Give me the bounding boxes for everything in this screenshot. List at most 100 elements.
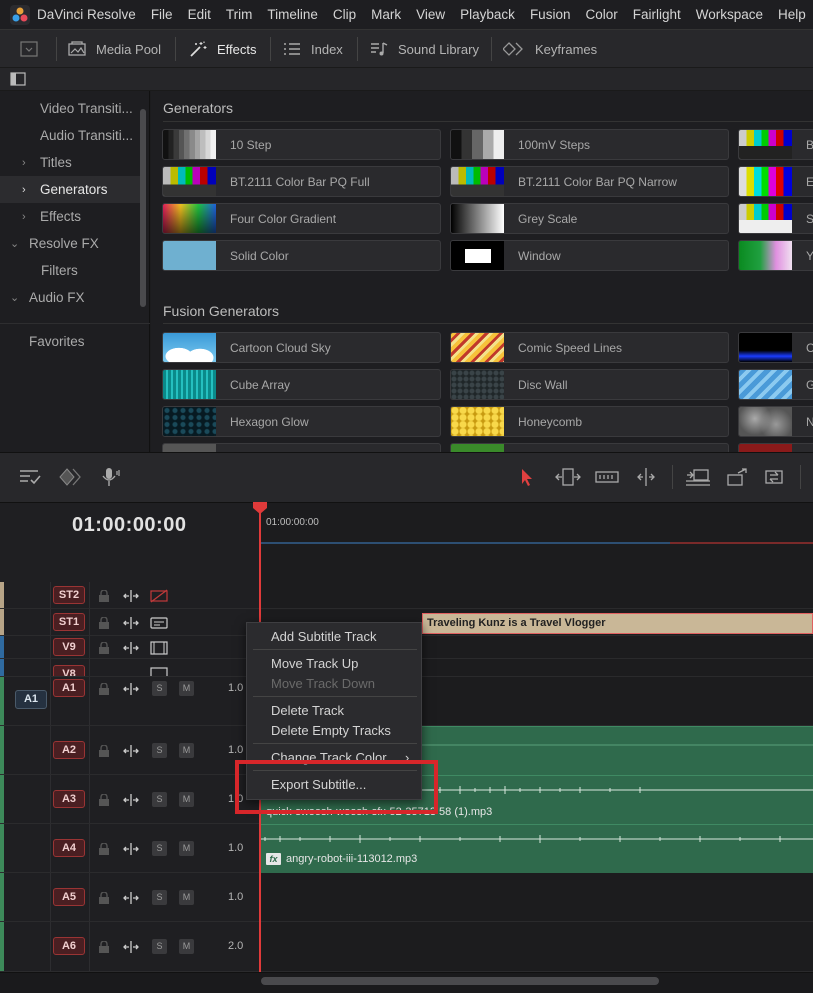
fusion-tile-honeycomb[interactable]: Honeycomb xyxy=(450,406,729,437)
generator-tile-four-color-gradient[interactable]: Four Color Gradient xyxy=(162,203,441,234)
menu-timeline[interactable]: Timeline xyxy=(267,7,318,22)
fusion-tile-c[interactable]: C xyxy=(738,332,813,363)
track-header-st1[interactable]: ST1 xyxy=(0,609,260,636)
timeline-horizontal-scrollbar[interactable] xyxy=(0,972,813,993)
fusion-tile-partial[interactable] xyxy=(450,443,729,452)
track-name-a4[interactable]: A4 xyxy=(53,839,85,857)
selection-arrow-icon[interactable] xyxy=(514,467,538,487)
auto-track-select-icon[interactable] xyxy=(122,589,140,603)
keyframes-button[interactable]: Keyframes xyxy=(503,30,597,68)
track-header-a6[interactable]: A6 S M 2.0 xyxy=(0,922,260,972)
lock-icon[interactable] xyxy=(98,941,110,953)
solo-button[interactable]: S xyxy=(152,841,167,856)
lock-icon[interactable] xyxy=(98,590,110,602)
menu-file[interactable]: File xyxy=(151,7,173,22)
effects-button[interactable]: Effects xyxy=(189,30,257,68)
track-header-st2[interactable]: ST2 xyxy=(0,582,260,609)
tree-item-filters[interactable]: Filters xyxy=(0,257,140,284)
generator-tile-bt2111-pq-narrow[interactable]: BT.2111 Color Bar PQ Narrow xyxy=(450,166,729,197)
app-name[interactable]: DaVinci Resolve xyxy=(37,7,136,22)
solo-button[interactable]: S xyxy=(152,743,167,758)
film-strip-icon[interactable] xyxy=(150,641,168,655)
generator-tile-100mv-steps[interactable]: 100mV Steps xyxy=(450,129,729,160)
fusion-tile-g[interactable]: G xyxy=(738,369,813,400)
fusion-tile-partial[interactable] xyxy=(738,443,813,452)
timeline-timecode[interactable]: 01:00:00:00 xyxy=(72,514,186,537)
solo-button[interactable]: S xyxy=(152,681,167,696)
mute-button[interactable]: M xyxy=(179,792,194,807)
menu-mark[interactable]: Mark xyxy=(371,7,401,22)
sidebar-toggle-icon[interactable] xyxy=(10,72,26,86)
lock-icon[interactable] xyxy=(98,683,110,695)
menu-trim[interactable]: Trim xyxy=(226,7,253,22)
tree-item-generators[interactable]: › Generators xyxy=(0,176,140,203)
media-pool-button[interactable]: Media Pool xyxy=(68,30,161,68)
tree-item-audio-transitions[interactable]: Audio Transiti... xyxy=(0,122,140,149)
generator-tile-y[interactable]: Y xyxy=(738,240,813,271)
menu-playback[interactable]: Playback xyxy=(460,7,515,22)
audio-clip-a4[interactable]: fx angry-robot-iii-113012.mp3 xyxy=(260,824,813,873)
track-name-a6[interactable]: A6 xyxy=(53,937,85,955)
auto-track-select-icon[interactable] xyxy=(122,891,140,905)
lock-icon[interactable] xyxy=(98,617,110,629)
overwrite-clip-icon[interactable] xyxy=(724,467,752,487)
fusion-tile-hexagon-glow[interactable]: Hexagon Glow xyxy=(162,406,441,437)
generator-tile-bt2111-pq-full[interactable]: BT.2111 Color Bar PQ Full xyxy=(162,166,441,197)
playhead-handle-icon[interactable] xyxy=(253,502,267,514)
mute-button[interactable]: M xyxy=(179,681,194,696)
solo-button[interactable]: S xyxy=(152,792,167,807)
generator-tile-grey-scale[interactable]: Grey Scale xyxy=(450,203,729,234)
menu-item-delete-empty-tracks[interactable]: Delete Empty Tracks xyxy=(271,723,391,738)
panel-toggle-button[interactable] xyxy=(20,30,48,68)
track-header-a2[interactable]: A2 S M 1.0 xyxy=(0,726,260,775)
menu-color[interactable]: Color xyxy=(585,7,617,22)
voiceover-microphone-icon[interactable] xyxy=(98,467,122,487)
fusion-tile-partial[interactable] xyxy=(162,443,441,452)
menu-view[interactable]: View xyxy=(416,7,445,22)
tree-item-effects[interactable]: › Effects xyxy=(0,203,140,230)
generator-tile-b[interactable]: B xyxy=(738,129,813,160)
tree-scrollbar[interactable] xyxy=(140,109,146,307)
mute-button[interactable]: M xyxy=(179,939,194,954)
track-header-a5[interactable]: A5 S M 1.0 xyxy=(0,873,260,922)
menu-item-move-track-up[interactable]: Move Track Up xyxy=(271,656,358,671)
film-strip-icon[interactable] xyxy=(150,667,168,677)
scrollbar-thumb[interactable] xyxy=(261,977,659,985)
fusion-tile-cube-array[interactable]: Cube Array xyxy=(162,369,441,400)
track-name-a1[interactable]: A1 xyxy=(53,679,85,697)
generator-tile-s[interactable]: S xyxy=(738,203,813,234)
sound-library-button[interactable]: Sound Library xyxy=(370,30,479,68)
auto-track-select-icon[interactable] xyxy=(122,682,140,696)
trim-edit-icon[interactable] xyxy=(554,467,582,487)
mute-button[interactable]: M xyxy=(179,841,194,856)
solo-button[interactable]: S xyxy=(152,890,167,905)
track-name-v9[interactable]: V9 xyxy=(53,638,85,656)
tree-item-titles[interactable]: › Titles xyxy=(0,149,140,176)
solo-button[interactable]: S xyxy=(152,939,167,954)
subtitle-enabled-icon[interactable] xyxy=(150,616,168,630)
generator-tile-e[interactable]: E xyxy=(738,166,813,197)
lock-icon[interactable] xyxy=(98,642,110,654)
track-header-a3[interactable]: A3 S M 1.0 xyxy=(0,775,260,824)
auto-track-select-icon[interactable] xyxy=(122,793,140,807)
track-name-a2[interactable]: A2 xyxy=(53,741,85,759)
generator-tile-window[interactable]: Window xyxy=(450,240,729,271)
auto-track-select-icon[interactable] xyxy=(122,842,140,856)
track-name-st1[interactable]: ST1 xyxy=(53,613,85,631)
tree-item-favorites[interactable]: Favorites xyxy=(0,328,140,355)
source-patch-a1[interactable]: A1 xyxy=(15,690,47,709)
timeline-view-options-icon[interactable] xyxy=(18,467,42,487)
fusion-tile-disc-wall[interactable]: Disc Wall xyxy=(450,369,729,400)
track-name-a3[interactable]: A3 xyxy=(53,790,85,808)
replace-clip-icon[interactable] xyxy=(762,467,790,487)
auto-track-select-icon[interactable] xyxy=(122,744,140,758)
lock-icon[interactable] xyxy=(98,794,110,806)
fusion-tile-cartoon-cloud-sky[interactable]: Cartoon Cloud Sky xyxy=(162,332,441,363)
menu-edit[interactable]: Edit xyxy=(188,7,211,22)
subtitle-clip[interactable]: Traveling Kunz is a Travel Vlogger xyxy=(422,613,813,634)
track-header-a4[interactable]: A4 S M 1.0 xyxy=(0,824,260,873)
generator-tile-solid-color[interactable]: Solid Color xyxy=(162,240,441,271)
tree-item-audio-fx[interactable]: ⌄ Audio FX xyxy=(0,284,140,311)
tree-item-video-transitions[interactable]: Video Transiti... xyxy=(0,95,140,122)
fusion-tile-n[interactable]: N xyxy=(738,406,813,437)
